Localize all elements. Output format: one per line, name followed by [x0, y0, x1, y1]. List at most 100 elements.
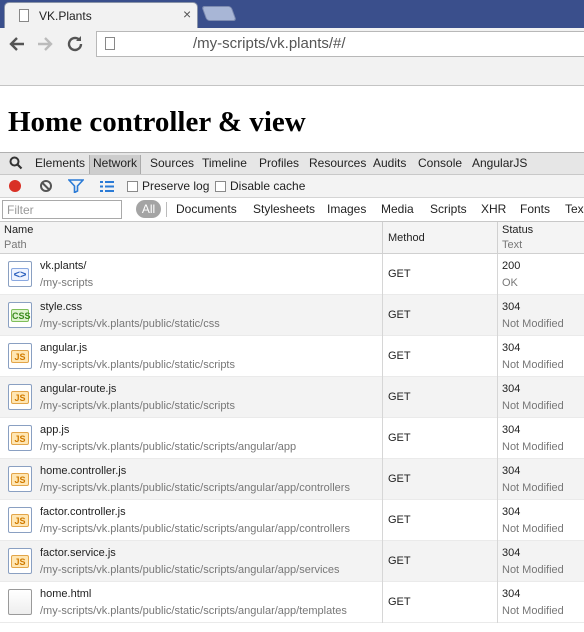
tab-resources[interactable]: Resources	[306, 155, 369, 174]
reload-icon[interactable]	[64, 33, 86, 55]
close-icon[interactable]: ×	[183, 7, 191, 21]
column-divider	[382, 377, 383, 418]
filter-funnel-icon[interactable]	[68, 179, 84, 193]
filter-media[interactable]: Media	[381, 202, 414, 216]
html-file-icon: <>	[8, 261, 32, 287]
column-divider[interactable]	[382, 222, 383, 254]
new-tab-button[interactable]	[201, 6, 237, 21]
table-row[interactable]: JS home.controller.js/my-scripts/vk.plant…	[0, 459, 584, 500]
filter-xhr[interactable]: XHR	[481, 202, 506, 216]
tab-elements[interactable]: Elements	[32, 155, 88, 174]
address-bar[interactable]: /my-scripts/vk.plants/#/	[96, 31, 584, 57]
clear-icon[interactable]	[40, 180, 52, 192]
table-row[interactable]: <> vk.plants/ /my-scripts GET 200 OK	[0, 254, 584, 295]
column-divider	[497, 418, 498, 459]
tab-sources[interactable]: Sources	[147, 155, 197, 174]
list-view-icon[interactable]	[100, 181, 114, 192]
column-divider	[382, 541, 383, 582]
table-row[interactable]: JS app.js/my-scripts/vk.plants/public/sta…	[0, 418, 584, 459]
filter-scripts[interactable]: Scripts	[430, 202, 467, 216]
column-method-header[interactable]: Method	[388, 232, 425, 244]
tab-angularjs[interactable]: AngularJS	[469, 155, 530, 174]
page-icon	[105, 37, 115, 50]
status-code: 304	[502, 342, 521, 354]
column-divider	[497, 541, 498, 582]
column-divider	[497, 377, 498, 418]
divider	[166, 202, 167, 217]
table-row[interactable]: CSS style.css/my-scripts/vk.plants/public…	[0, 295, 584, 336]
table-row[interactable]: JS factor.service.js/my-scripts/vk.plants…	[0, 541, 584, 582]
filter-documents[interactable]: Documents	[176, 202, 237, 216]
address-url[interactable]: /my-scripts/vk.plants/#/	[193, 35, 346, 52]
table-row[interactable]: JS angular.js/my-scripts/vk.plants/public…	[0, 336, 584, 377]
js-file-icon: JS	[8, 343, 32, 369]
devtools-tab-bar: Elements Network Sources Timeline Profil…	[0, 152, 584, 175]
request-name: angular.js	[40, 342, 88, 354]
preserve-log-checkbox[interactable]	[127, 181, 138, 192]
status-code: 200	[502, 260, 521, 272]
status-text: Not Modified	[502, 605, 564, 617]
forward-arrow-icon[interactable]	[34, 33, 56, 55]
page-favicon-icon	[19, 9, 29, 22]
request-name: factor.service.js	[40, 547, 116, 559]
request-name: home.controller.js	[40, 465, 127, 477]
requests-table-body: <> vk.plants/ /my-scripts GET 200 OK CSS style.…	[0, 254, 584, 623]
filter-fonts[interactable]: Fonts	[520, 202, 550, 216]
browser-toolbar: /my-scripts/vk.plants/#/	[0, 28, 584, 86]
file-type-badge: JS	[11, 350, 29, 363]
filter-input[interactable]: Filter	[2, 200, 122, 219]
file-type-badge: JS	[11, 391, 29, 404]
column-divider	[382, 459, 383, 500]
browser-tab[interactable]: VK.Plants ×	[4, 2, 198, 28]
request-method: GET	[388, 596, 411, 608]
filter-all-button[interactable]: All	[136, 200, 161, 218]
filter-text[interactable]: Tex	[565, 202, 584, 216]
column-text-subheader: Text	[502, 239, 523, 251]
status-code: 304	[502, 465, 521, 477]
column-name-header[interactable]: Name	[4, 224, 33, 236]
request-path: /my-scripts	[40, 277, 94, 289]
tab-console[interactable]: Console	[415, 155, 465, 174]
request-name: home.html	[40, 588, 92, 600]
column-status-header[interactable]: Status	[502, 224, 533, 236]
column-divider	[497, 582, 498, 623]
tab-audits[interactable]: Audits	[370, 155, 409, 174]
request-method: GET	[388, 309, 411, 321]
browser-tab-strip: VK.Plants ×	[0, 0, 584, 28]
table-row[interactable]: JS angular-route.js/my-scripts/vk.plants/…	[0, 377, 584, 418]
status-code: 304	[502, 301, 521, 313]
network-controls: Preserve log Disable cache	[0, 175, 584, 198]
column-divider	[497, 336, 498, 377]
filter-stylesheets[interactable]: Stylesheets	[253, 202, 315, 216]
search-icon[interactable]	[9, 156, 23, 170]
status-text: OK	[502, 277, 518, 289]
back-arrow-icon[interactable]	[6, 33, 28, 55]
tab-profiles[interactable]: Profiles	[256, 155, 302, 174]
plain-file-icon	[8, 589, 32, 615]
request-name: app.js	[40, 424, 70, 436]
request-method: GET	[388, 473, 411, 485]
js-file-icon: JS	[8, 507, 32, 533]
js-file-icon: JS	[8, 384, 32, 410]
column-divider	[382, 336, 383, 377]
tab-network[interactable]: Network	[89, 155, 142, 174]
disable-cache-label: Disable cache	[230, 179, 306, 193]
table-row[interactable]: home.html/my-scripts/vk.plants/public/st…	[0, 582, 584, 623]
status-text: Not Modified	[502, 564, 564, 576]
request-method: GET	[388, 555, 411, 567]
request-path: /my-scripts/vk.plants/public/static/scri…	[40, 482, 350, 494]
request-method: GET	[388, 514, 411, 526]
status-text: Not Modified	[502, 400, 564, 412]
tab-timeline[interactable]: Timeline	[199, 155, 250, 174]
table-row[interactable]: JS factor.controller.js/my-scripts/vk.pla…	[0, 500, 584, 541]
column-divider[interactable]	[497, 222, 498, 254]
file-type-badge: JS	[11, 555, 29, 568]
status-code: 304	[502, 383, 521, 395]
disable-cache-checkbox[interactable]	[215, 181, 226, 192]
record-icon[interactable]	[9, 180, 21, 192]
status-text: Not Modified	[502, 359, 564, 371]
status-text: Not Modified	[502, 441, 564, 453]
js-file-icon: JS	[8, 466, 32, 492]
filter-images[interactable]: Images	[327, 202, 366, 216]
column-divider	[497, 254, 498, 295]
